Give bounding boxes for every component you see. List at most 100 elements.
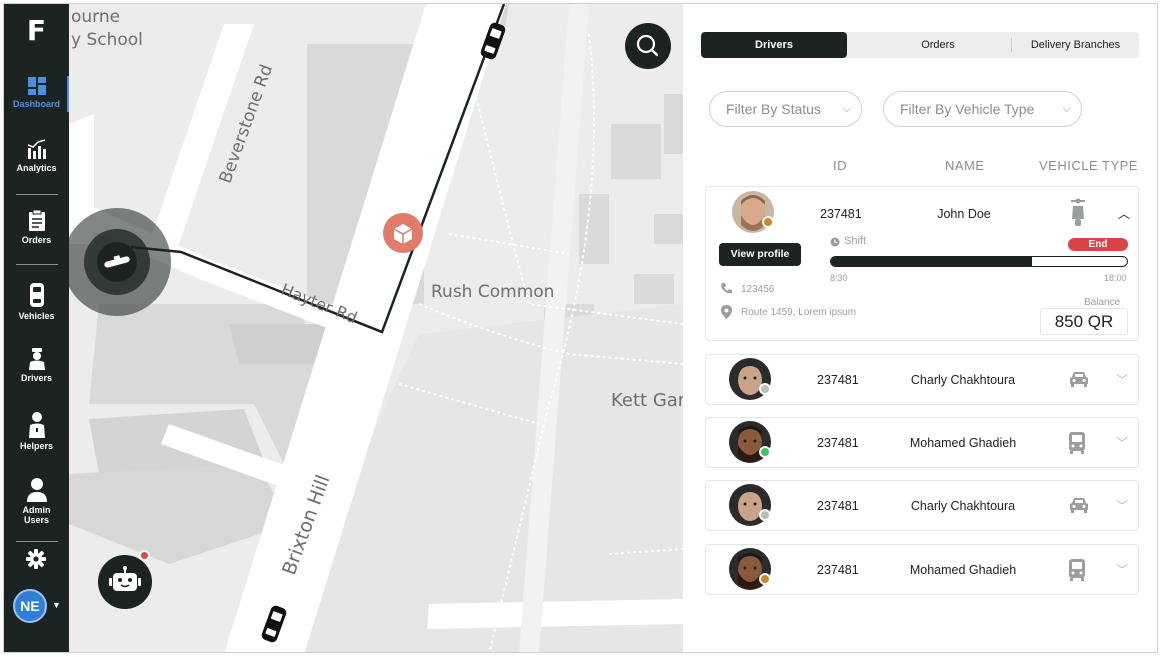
robot-icon xyxy=(109,566,141,591)
map-label: y School xyxy=(71,30,143,50)
sidebar-item-label: Vehicles xyxy=(18,311,55,321)
shift-start-time: 8:30 xyxy=(830,273,848,283)
sidebar-item-label: Analytics xyxy=(16,163,57,173)
sidebar-item-helpers[interactable]: Helpers xyxy=(4,412,69,451)
sidebar-item-vehicles[interactable]: Vehicles xyxy=(4,282,69,321)
status-indicator xyxy=(762,216,774,228)
location-pin-icon xyxy=(721,305,732,319)
expand-chevron-icon[interactable]: ﹀ xyxy=(1116,497,1128,514)
vehicle-type xyxy=(1068,370,1090,393)
driver-name: John Doe xyxy=(937,207,991,221)
driver-name: Mohamed Ghadieh xyxy=(909,563,1017,577)
shift-progress-bar xyxy=(830,256,1128,267)
tab-drivers[interactable]: Drivers xyxy=(701,32,847,58)
driver-card[interactable]: 237481 Charly Chakhtoura ﹀ xyxy=(705,354,1139,405)
map-canvas xyxy=(69,4,683,652)
expand-chevron-icon[interactable]: ﹀ xyxy=(1116,434,1128,451)
orders-icon xyxy=(28,210,45,231)
bus-icon xyxy=(1069,432,1085,454)
driver-name: Mohamed Ghadieh xyxy=(909,436,1017,450)
scooter-icon xyxy=(1071,198,1085,226)
sidebar-item-label: Orders xyxy=(21,235,52,245)
filter-status-dropdown[interactable]: Filter By Status ⌵ xyxy=(709,91,862,127)
sidebar: F Dashboard Analytics Orders Vehicles Dr… xyxy=(4,4,69,652)
filter-vehicle-type-dropdown[interactable]: Filter By Vehicle Type ⌵ xyxy=(883,91,1082,127)
driver-card[interactable]: 237481 Charly Chakhtoura ﹀ xyxy=(705,480,1139,531)
status-indicator xyxy=(759,383,771,395)
end-shift-badge[interactable]: End xyxy=(1068,238,1128,251)
helpers-icon xyxy=(28,412,45,438)
column-header-id: ID xyxy=(833,158,847,173)
balance-label: Balance xyxy=(1084,297,1121,308)
divider xyxy=(16,194,58,195)
driver-id: 237481 xyxy=(817,436,859,450)
assistant-button[interactable] xyxy=(98,555,152,609)
vehicle-type xyxy=(1068,496,1090,519)
sidebar-item-drivers[interactable]: Drivers xyxy=(4,348,69,383)
sidebar-item-label: Drivers xyxy=(20,373,53,383)
shift-end-time: 18:00 xyxy=(1104,273,1127,283)
admin-users-icon xyxy=(26,478,47,502)
divider xyxy=(16,541,58,542)
vehicles-icon xyxy=(29,283,44,307)
driver-card-expanded[interactable]: 237481 John Doe ︿ View profile Shift End… xyxy=(705,186,1139,341)
sidebar-item-dashboard[interactable]: Dashboard xyxy=(4,76,69,112)
drivers-icon xyxy=(28,348,45,370)
map-label: Rush Common xyxy=(431,282,555,302)
column-header-name: NAME xyxy=(945,158,985,173)
expand-chevron-icon[interactable]: ﹀ xyxy=(1116,561,1128,578)
status-indicator xyxy=(759,509,771,521)
driver-address: Route 1459, Lorem ipsum xyxy=(741,307,857,318)
filter-status-label: Filter By Status xyxy=(726,101,821,117)
clock-icon xyxy=(830,237,840,247)
vehicle-type xyxy=(1068,431,1086,460)
balance-value: 850 QR xyxy=(1040,308,1128,335)
column-header-vehicle-type: VEHICLE TYPE xyxy=(1039,158,1138,173)
search-button[interactable] xyxy=(625,23,671,69)
driver-id: 237481 xyxy=(817,499,859,513)
view-profile-button[interactable]: View profile xyxy=(719,243,801,266)
panel-tabs: Drivers Orders Delivery Branches xyxy=(701,32,1139,58)
drivers-panel: Drivers Orders Delivery Branches Filter … xyxy=(683,4,1157,652)
sidebar-item-orders[interactable]: Orders xyxy=(4,210,69,245)
gear-icon[interactable] xyxy=(26,549,46,569)
driver-name: Charly Chakhtoura xyxy=(910,373,1016,387)
tab-orders[interactable]: Orders xyxy=(865,32,1011,58)
search-icon xyxy=(636,34,659,57)
phone-icon xyxy=(721,283,732,294)
chevron-down-icon: ⌵ xyxy=(1062,103,1071,115)
notification-dot xyxy=(139,550,150,561)
analytics-icon xyxy=(27,139,46,159)
status-indicator xyxy=(759,573,771,585)
sidebar-item-analytics[interactable]: Analytics xyxy=(4,138,69,173)
driver-card[interactable]: 237481 Mohamed Ghadieh ﹀ xyxy=(705,417,1139,468)
bus-icon xyxy=(1069,559,1085,581)
car-icon xyxy=(1070,372,1088,387)
dashboard-icon xyxy=(27,77,46,95)
filter-vehicle-label: Filter By Vehicle Type xyxy=(900,101,1035,117)
app-window: F Dashboard Analytics Orders Vehicles Dr… xyxy=(3,3,1158,653)
driver-card[interactable]: 237481 Mohamed Ghadieh ﹀ xyxy=(705,544,1139,595)
driver-id: 237481 xyxy=(817,563,859,577)
chevron-down-icon: ⌵ xyxy=(842,103,851,115)
sidebar-item-label: Admin Users xyxy=(22,505,51,525)
expand-chevron-icon[interactable]: ﹀ xyxy=(1116,371,1128,388)
chevron-down-icon[interactable]: ▼ xyxy=(52,600,61,610)
map-label: Kett Gar xyxy=(611,390,683,411)
shift-progress-fill xyxy=(831,257,1033,266)
driver-id: 237481 xyxy=(820,207,862,221)
shift-label: Shift xyxy=(844,235,867,247)
user-avatar[interactable]: NE xyxy=(13,589,47,623)
sidebar-item-label: Helpers xyxy=(19,441,54,451)
driver-id: 237481 xyxy=(817,373,859,387)
driver-phone: 123456 xyxy=(741,284,775,295)
status-indicator xyxy=(759,446,771,458)
map-view[interactable]: ourne y School Beverstone Rd Hayter Rd R… xyxy=(69,4,683,652)
driver-name: Charly Chakhtoura xyxy=(910,499,1016,513)
vehicle-type xyxy=(1068,558,1086,587)
tab-delivery-branches[interactable]: Delivery Branches xyxy=(1012,32,1139,58)
divider xyxy=(16,264,58,265)
sidebar-item-label: Dashboard xyxy=(12,99,60,109)
sidebar-item-admin-users[interactable]: Admin Users xyxy=(4,478,69,525)
collapse-chevron-icon[interactable]: ︿ xyxy=(1118,205,1130,222)
